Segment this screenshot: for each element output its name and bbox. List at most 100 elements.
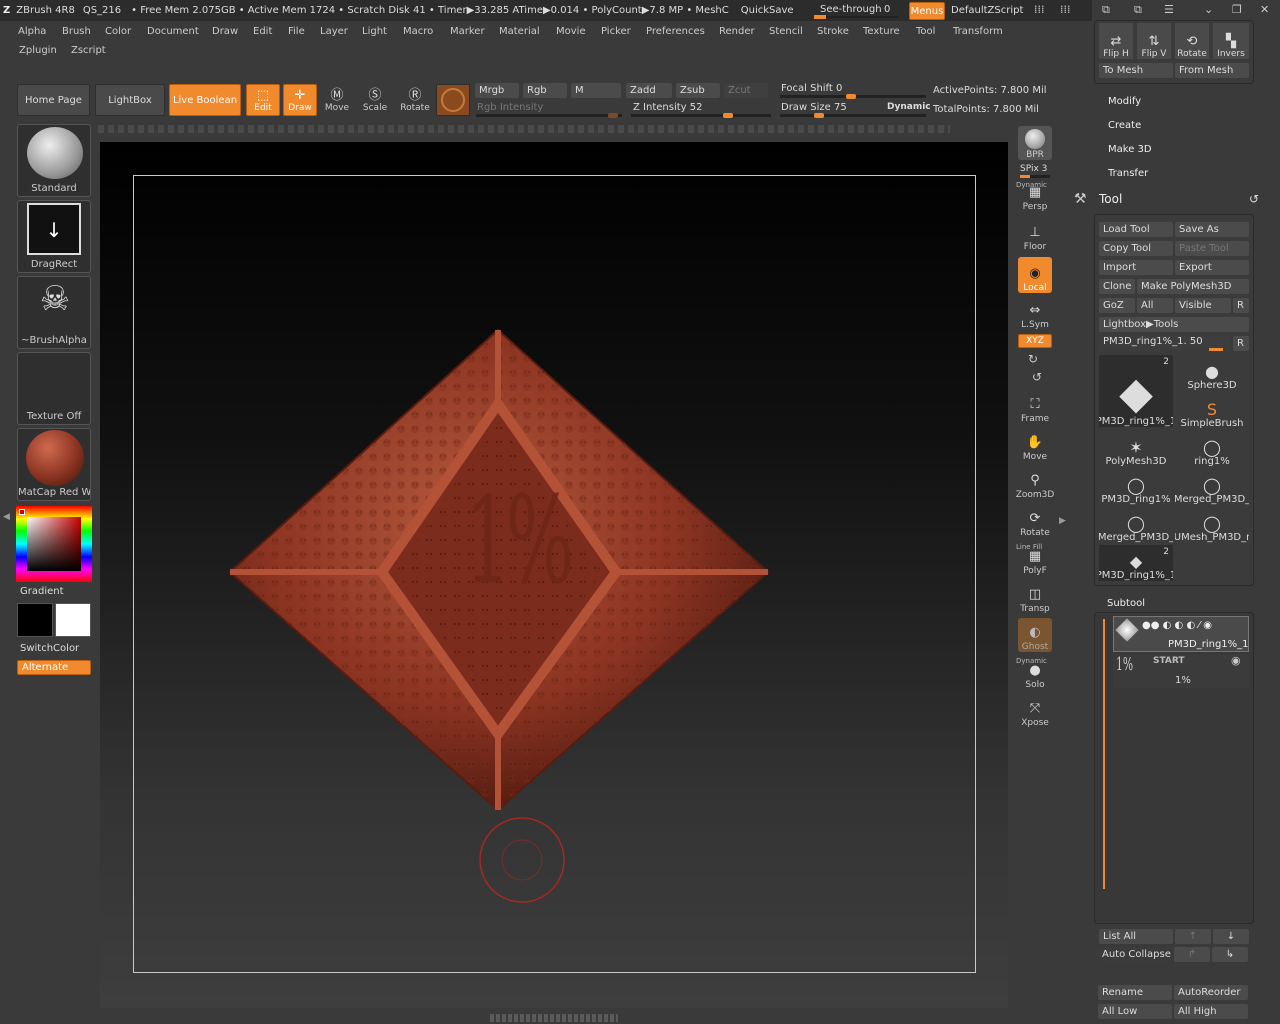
main-color-swatch[interactable]	[17, 603, 53, 637]
current-tool-slider[interactable]: PM3D_ring1%_1. 50	[1099, 336, 1231, 351]
make3d-section[interactable]: Make 3D	[1108, 144, 1152, 155]
rotate-axis-icon-2[interactable]: ↺	[1032, 370, 1042, 384]
solo-button[interactable]: ● Solo	[1018, 656, 1052, 691]
subtool-item-2[interactable]: 1% START ◉ 1%	[1113, 654, 1249, 688]
quicksave-button[interactable]: QuickSave	[741, 5, 794, 16]
menu-macro[interactable]: Macro	[403, 26, 433, 37]
flip-v-button[interactable]: ⇅ Flip V	[1137, 23, 1171, 59]
docking-icon[interactable]: ⧉	[1134, 3, 1142, 17]
import-button[interactable]: Import	[1099, 260, 1173, 275]
local-button[interactable]: ◉ Local	[1018, 257, 1052, 293]
to-mesh-button[interactable]: To Mesh	[1099, 63, 1173, 78]
tool-reset-icon[interactable]: ↺	[1249, 192, 1259, 206]
brush-selector[interactable]: Standard	[17, 124, 91, 197]
right-collapse-arrow[interactable]: ▶	[1059, 516, 1066, 526]
floor-button[interactable]: ⊥ Floor	[1018, 218, 1052, 253]
tool-thumb-9[interactable]: ◆ PM3D_ring1%_1 2	[1099, 545, 1173, 581]
color-picker[interactable]	[16, 506, 92, 582]
tool-palette-title[interactable]: Tool	[1099, 192, 1122, 206]
flip-h-button[interactable]: ⇄ Flip H	[1099, 23, 1133, 59]
all-low-button[interactable]: All Low	[1098, 1004, 1172, 1019]
menu-picker[interactable]: Picker	[601, 26, 631, 37]
load-tool-button[interactable]: Load Tool	[1099, 222, 1173, 237]
rename-button[interactable]: Rename	[1098, 985, 1172, 1000]
menu-document[interactable]: Document	[147, 26, 199, 37]
persp-button[interactable]: ▦ Persp	[1018, 178, 1052, 213]
minimize-icon[interactable]: ⌄	[1204, 3, 1213, 16]
material-selector[interactable]: MatCap Red Wa	[17, 428, 91, 501]
menus-toggle[interactable]: Menus	[909, 2, 945, 20]
mrgb-button[interactable]: Mrgb	[475, 83, 519, 98]
rgb-intensity-slider[interactable]	[476, 113, 622, 118]
draw-size-control[interactable]: Draw Size 75	[781, 102, 847, 113]
move-down-button[interactable]: ↓	[1213, 929, 1249, 944]
focal-shift-control[interactable]: Focal Shift 0	[781, 83, 842, 94]
menu-light[interactable]: Light	[362, 26, 387, 37]
spix-control[interactable]: SPix 3	[1020, 164, 1050, 178]
save-as-button[interactable]: Save As	[1175, 222, 1249, 237]
tool-thumb-0[interactable]: ◆ PM3D_ring1%_1 2	[1099, 355, 1173, 427]
subtool-visibility-icons[interactable]: ●● ◐ ◐ ◐ ⁄ ◉	[1142, 620, 1212, 631]
tool-thumb-1[interactable]: ● Sphere3D	[1175, 355, 1249, 392]
swap-icon[interactable]: ⧉	[1102, 3, 1110, 17]
menu-texture[interactable]: Texture	[863, 26, 900, 37]
menu-file[interactable]: File	[288, 26, 305, 37]
alpha-selector[interactable]: ☠ ~BrushAlpha	[17, 276, 91, 349]
move-view-button[interactable]: ✋ Move	[1018, 428, 1052, 463]
rgb-button[interactable]: Rgb	[523, 83, 567, 98]
layout-icon[interactable]: ⁞⁞⁞	[1034, 3, 1045, 16]
merge-up-button[interactable]: ↱	[1174, 947, 1210, 962]
goz-visible-button[interactable]: Visible	[1175, 298, 1231, 313]
make-polymesh-button[interactable]: Make PolyMesh3D	[1137, 279, 1249, 294]
menu-movie[interactable]: Movie	[556, 26, 586, 37]
menu-marker[interactable]: Marker	[450, 26, 485, 37]
clone-button[interactable]: Clone	[1099, 279, 1135, 294]
subtool-scrollbar[interactable]	[1103, 619, 1105, 889]
tool-thumb-3[interactable]: ✶ PolyMesh3D	[1099, 431, 1173, 468]
menu-material[interactable]: Material	[499, 26, 540, 37]
polyf-button[interactable]: ▦ PolyF	[1018, 542, 1052, 577]
tool-thumb-2[interactable]: S SimpleBrush	[1175, 393, 1249, 430]
merge-down-button[interactable]: ↳	[1212, 947, 1248, 962]
alternate-toggle[interactable]: Alternate	[17, 660, 91, 675]
color-saturation-square[interactable]	[27, 517, 81, 571]
restore-icon[interactable]: ❐	[1232, 3, 1242, 16]
edit-mode-button[interactable]: ⬚ Edit	[246, 84, 280, 116]
m-button[interactable]: M	[571, 83, 621, 98]
transfer-section[interactable]: Transfer	[1108, 168, 1148, 179]
home-page-button[interactable]: Home Page	[17, 84, 90, 116]
copy-tool-button[interactable]: Copy Tool	[1099, 241, 1173, 256]
menu-brush[interactable]: Brush	[62, 26, 91, 37]
zsub-button[interactable]: Zsub	[676, 83, 720, 98]
z-intensity-slider[interactable]	[631, 113, 771, 118]
draw-mode-button[interactable]: ✛ Draw	[283, 84, 317, 116]
lightbox-button[interactable]: LightBox	[95, 84, 165, 116]
auto-reorder-button[interactable]: AutoReorder	[1174, 985, 1248, 1000]
rotate-mode-button[interactable]: Ⓡ Rotate	[398, 84, 432, 116]
frame-button[interactable]: ⛶ Frame	[1018, 390, 1052, 425]
top-scroll-strip[interactable]	[98, 125, 950, 133]
rotate-axis-icon-1[interactable]: ↻	[1028, 352, 1038, 366]
dynamic-toggle[interactable]: Dynamic	[887, 102, 931, 112]
stroke-selector[interactable]: ↓ DragRect	[17, 200, 91, 273]
from-mesh-button[interactable]: From Mesh	[1175, 63, 1249, 78]
texture-selector[interactable]: Texture Off	[17, 352, 91, 425]
all-high-button[interactable]: All High	[1174, 1004, 1248, 1019]
secondary-color-swatch[interactable]	[55, 603, 91, 637]
list-all-button[interactable]: List All	[1099, 929, 1173, 944]
menu-edit[interactable]: Edit	[253, 26, 272, 37]
menu-preferences[interactable]: Preferences	[646, 26, 705, 37]
auto-collapse-toggle[interactable]: Auto Collapse	[1098, 947, 1172, 962]
menu-stencil[interactable]: Stencil	[769, 26, 803, 37]
seethrough-slider[interactable]: See-through 0	[812, 2, 902, 20]
move-mode-button[interactable]: Ⓜ Move	[322, 84, 352, 116]
zadd-button[interactable]: Zadd	[626, 83, 672, 98]
tool-thumb-6[interactable]: ◯ Merged_PM3D_	[1175, 469, 1249, 506]
left-collapse-arrow[interactable]: ◀	[3, 512, 10, 522]
gradient-label[interactable]: Gradient	[20, 586, 64, 597]
tool-thumb-7[interactable]: ◯ Merged_PM3D_	[1099, 507, 1173, 544]
xyz-button[interactable]: XYZ	[1018, 334, 1052, 348]
rotate-view-button[interactable]: ⟳ Rotate	[1018, 504, 1052, 539]
document-canvas[interactable]: 1%	[100, 142, 1008, 1008]
xpose-button[interactable]: ⤧ Xpose	[1018, 694, 1052, 729]
